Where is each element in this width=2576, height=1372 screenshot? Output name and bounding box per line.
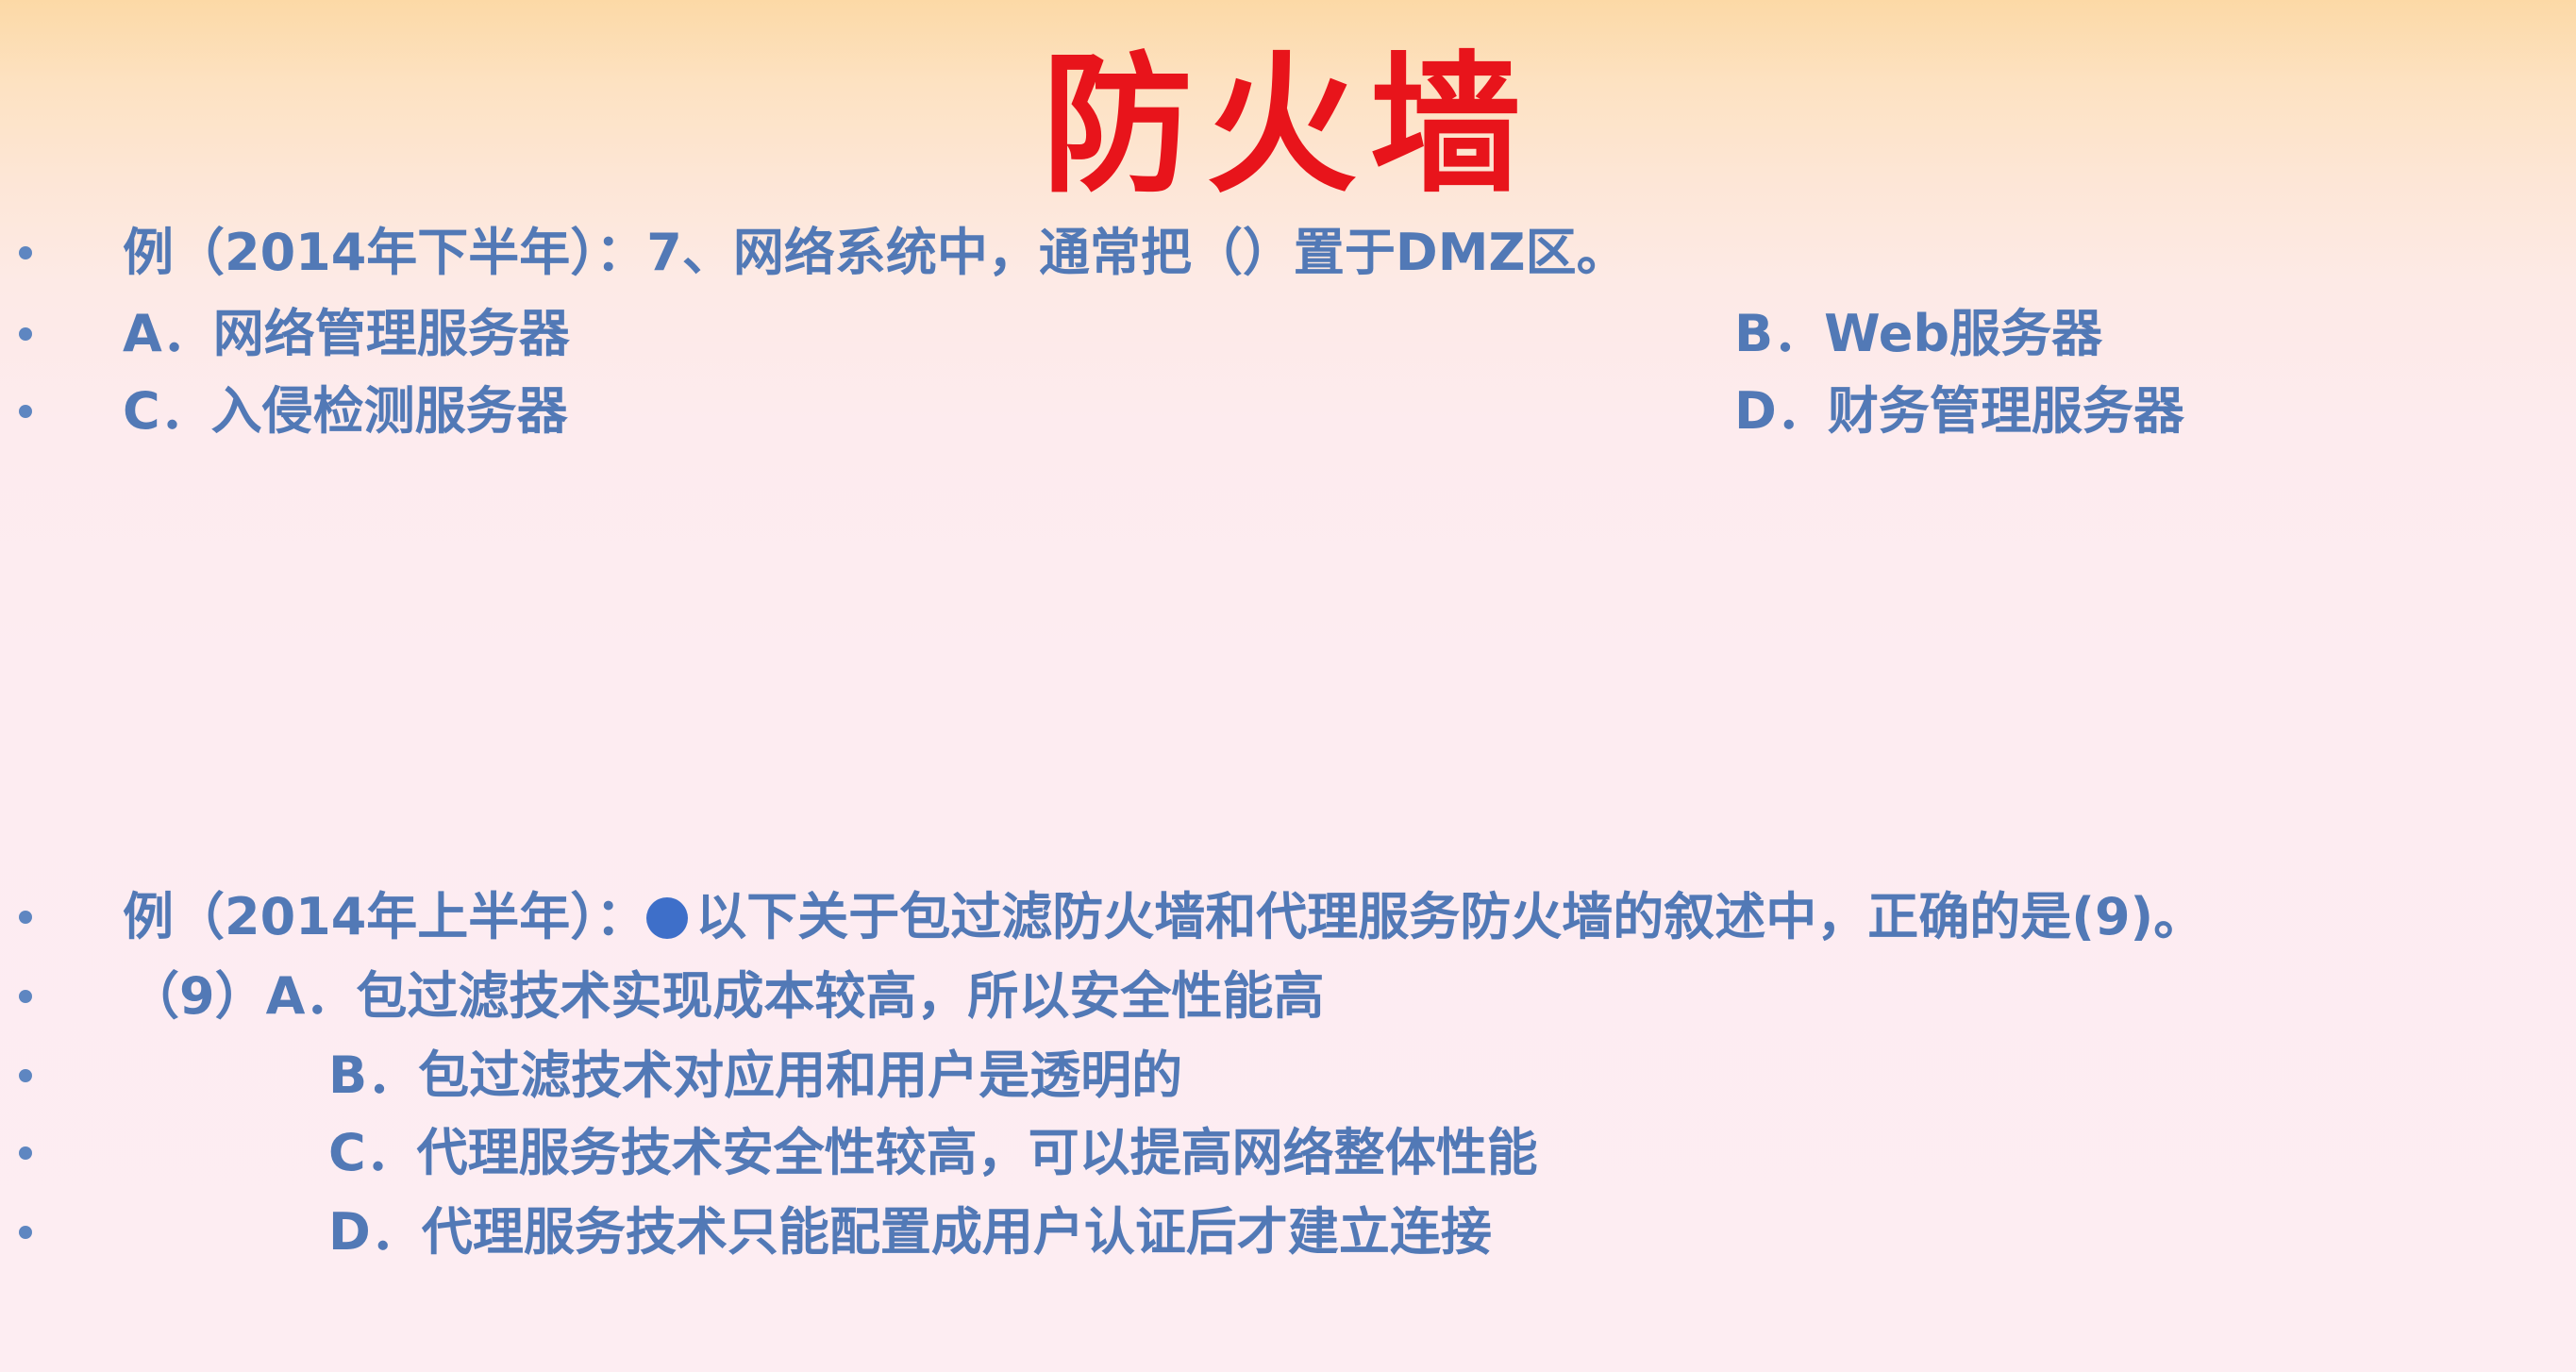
question-1-stem: 例（2014年下半年）：7、网络系统中，通常把（）置于DMZ区。 bbox=[123, 223, 1628, 282]
list-item: 例（2014年上半年）： 以下关于包过滤防火墙和代理服务防火墙的叙述中，正确的是(… bbox=[0, 879, 2576, 955]
list-item: B．包过滤技术对应用和用户是透明的 bbox=[0, 1038, 2576, 1113]
question-2-option-c: C．代理服务技术安全性较高，可以提高网络整体性能 bbox=[328, 1123, 1538, 1182]
question-1-option-b: B．Web服务器 bbox=[1734, 304, 2103, 363]
bullet-icon bbox=[19, 1069, 32, 1082]
bullet-icon bbox=[19, 327, 32, 341]
list-item: （9）A．包过滤技术实现成本较高，所以安全性能高 bbox=[0, 959, 2576, 1034]
slide-title: 防火墙 bbox=[1041, 36, 1534, 213]
list-item: C．入侵检测服务器 D．财务管理服务器 bbox=[0, 374, 2576, 449]
question-1-option-d: D．财务管理服务器 bbox=[1734, 381, 2184, 441]
list-item: D．代理服务技术只能配置成用户认证后才建立连接 bbox=[0, 1195, 2576, 1270]
question-2-option-a: （9）A．包过滤技术实现成本较高，所以安全性能高 bbox=[128, 966, 1325, 1026]
question-2-prefix: 例（2014年上半年）： bbox=[123, 887, 647, 946]
bullet-icon bbox=[19, 1146, 32, 1160]
bullet-icon bbox=[19, 990, 32, 1003]
question-2-stem: 例（2014年上半年）： 以下关于包过滤防火墙和代理服务防火墙的叙述中，正确的是(… bbox=[123, 879, 2204, 955]
list-item: C．代理服务技术安全性较高，可以提高网络整体性能 bbox=[0, 1115, 2576, 1191]
bullet-icon bbox=[19, 911, 32, 924]
question-2-option-b: B．包过滤技术对应用和用户是透明的 bbox=[328, 1046, 1183, 1105]
bullet-icon bbox=[19, 246, 32, 259]
bullet-icon bbox=[19, 1226, 32, 1239]
question-2-option-d: D．代理服务技术只能配置成用户认证后才建立连接 bbox=[328, 1202, 1492, 1262]
list-item: 例（2014年下半年）：7、网络系统中，通常把（）置于DMZ区。 bbox=[0, 215, 2576, 291]
question-1-option-c: C．入侵检测服务器 bbox=[123, 381, 568, 441]
circle-marker-icon bbox=[646, 897, 689, 939]
list-item: A．网络管理服务器 B．Web服务器 bbox=[0, 296, 2576, 372]
question-1-option-a: A．网络管理服务器 bbox=[123, 304, 570, 363]
bullet-icon bbox=[19, 405, 32, 418]
question-2-text: 以下关于包过滤防火墙和代理服务防火墙的叙述中，正确的是(9)。 bbox=[695, 887, 2205, 946]
